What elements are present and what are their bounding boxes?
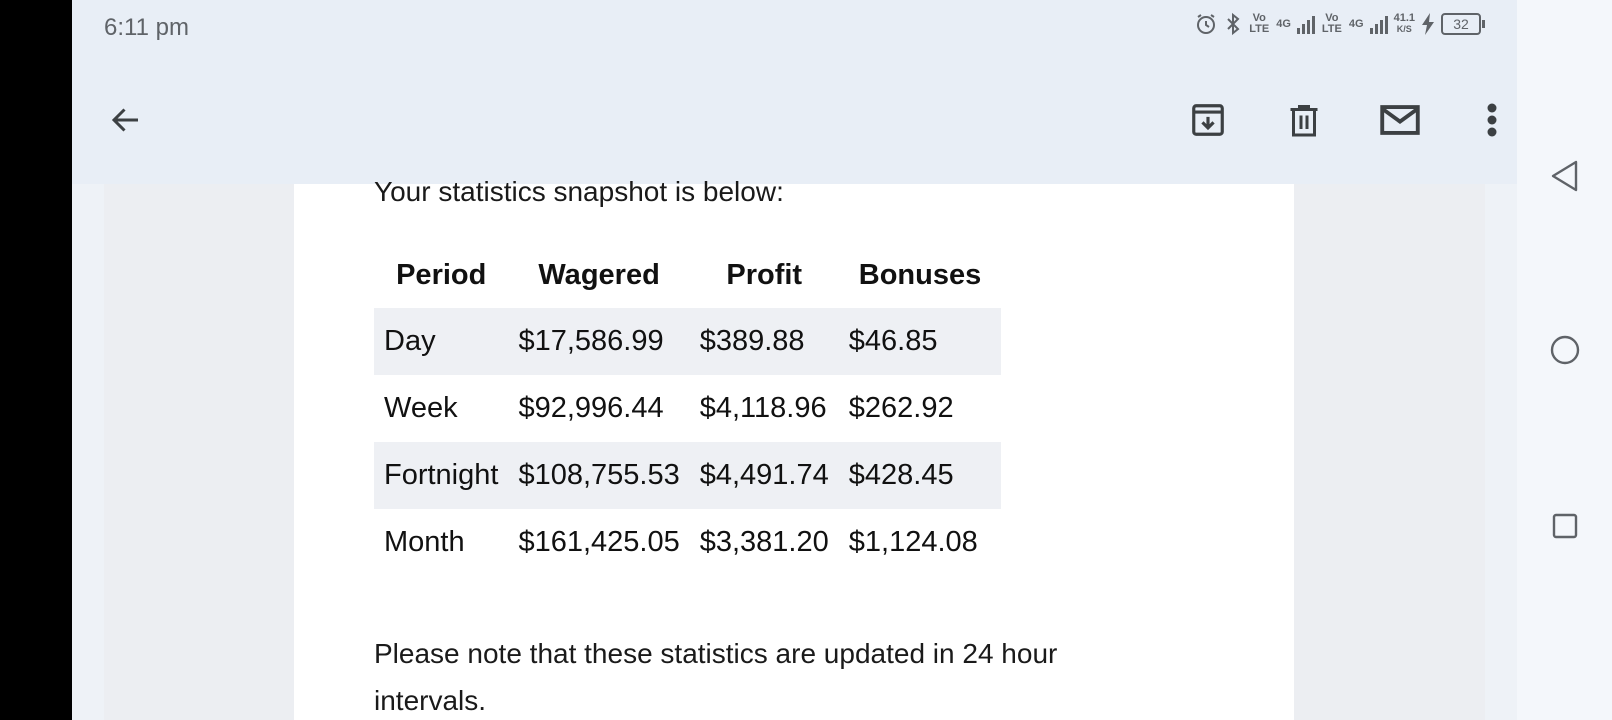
arrow-left-icon [111, 108, 138, 132]
table-cell: $262.92 [848, 392, 954, 424]
nav-home-button[interactable] [1547, 332, 1583, 368]
table-cell: $108,755.53 [508, 442, 690, 509]
signal-1-icon [1296, 14, 1315, 34]
table-cell: Fortnight [374, 442, 509, 509]
table-row: Fortnight $108,755.53 $4,491.74 $428.45 [374, 442, 1002, 509]
table-cell: $4,118.96 [699, 392, 827, 424]
triangle-back-icon [1551, 160, 1578, 192]
battery-icon: 32 [1441, 13, 1485, 35]
volte-2-label: Vo LTE [1321, 12, 1342, 35]
table-header-row: Period Wagered Profit Bonuses [374, 242, 1001, 308]
more-vertical-icon [1487, 103, 1497, 137]
battery-level: 32 [1441, 13, 1481, 35]
nav-recents-button[interactable] [1547, 508, 1583, 544]
table-cell: $4,491.74 [689, 442, 839, 509]
table-cell: $92,996.44 [518, 392, 664, 424]
circle-home-icon [1550, 335, 1580, 365]
more-options-button[interactable] [1464, 92, 1517, 148]
table-cell: $161,425.05 [518, 526, 680, 558]
trash-icon [1290, 105, 1318, 137]
table-cell: $389.88 [689, 308, 839, 375]
nav-back-button[interactable] [1547, 158, 1583, 194]
bluetooth-icon [1224, 12, 1242, 36]
table-cell: Month [384, 526, 465, 558]
table-cell: Week [384, 392, 458, 424]
network-speed-value: 41.1 [1393, 12, 1415, 24]
delete-button[interactable] [1276, 92, 1332, 148]
column-header: Wagered [538, 258, 660, 291]
column-header: Profit [726, 258, 803, 291]
update-note: Please note that these statistics are up… [374, 638, 1058, 716]
table-cell: $428.45 [838, 442, 1002, 509]
volte-1-label: Vo LTE [1249, 12, 1270, 35]
table-row: Month $161,425.05 $3,381.20 $1,124.08 [374, 509, 1001, 576]
email-toolbar [72, 58, 1517, 184]
column-header: Bonuses [858, 258, 982, 291]
square-recents-icon [1552, 513, 1578, 539]
screen-edge [0, 0, 72, 720]
table-row: Day $17,586.99 $389.88 $46.85 [374, 308, 1002, 375]
back-button[interactable] [98, 92, 154, 148]
system-nav-bar [1517, 0, 1612, 720]
archive-icon [1192, 104, 1224, 136]
signal-2-icon [1369, 14, 1388, 34]
table-cell: $1,124.08 [848, 526, 978, 558]
network-1-label: 4G [1276, 17, 1291, 30]
table-row: Week $92,996.44 $4,118.96 $262.92 [374, 375, 1001, 442]
mark-unread-button[interactable] [1372, 92, 1428, 148]
network-speed-unit: K/S [1396, 24, 1412, 34]
archive-button[interactable] [1180, 92, 1236, 148]
intro-text: Your statistics snapshot is below: [374, 176, 784, 207]
email-content-card: Your statistics snapshot is below: Perio… [294, 176, 1294, 720]
network-speed: 41.1 K/S [1394, 13, 1415, 35]
charging-icon [1421, 13, 1435, 35]
network-2-label: 4G [1348, 17, 1364, 30]
statistics-table: Period Wagered Profit Bonuses Day $17,58… [374, 242, 1002, 576]
table-cell: $17,586.99 [508, 308, 690, 375]
table-cell: $3,381.20 [699, 526, 829, 558]
column-header: Period [396, 258, 487, 291]
table-cell: $46.85 [838, 308, 1002, 375]
mail-app: 6:11 pm Vo LTE 4G Vo LTE 4G 41.1 K/S 32 … [72, 0, 1517, 720]
status-bar: 6:11 pm Vo LTE 4G Vo LTE 4G 41.1 K/S 32 [72, 0, 1517, 58]
status-icons: Vo LTE 4G Vo LTE 4G 41.1 K/S 32 [1194, 12, 1485, 36]
mail-icon [1380, 105, 1420, 135]
table-cell: Day [374, 308, 509, 375]
alarm-icon [1194, 12, 1218, 36]
status-time: 6:11 pm [104, 14, 189, 41]
